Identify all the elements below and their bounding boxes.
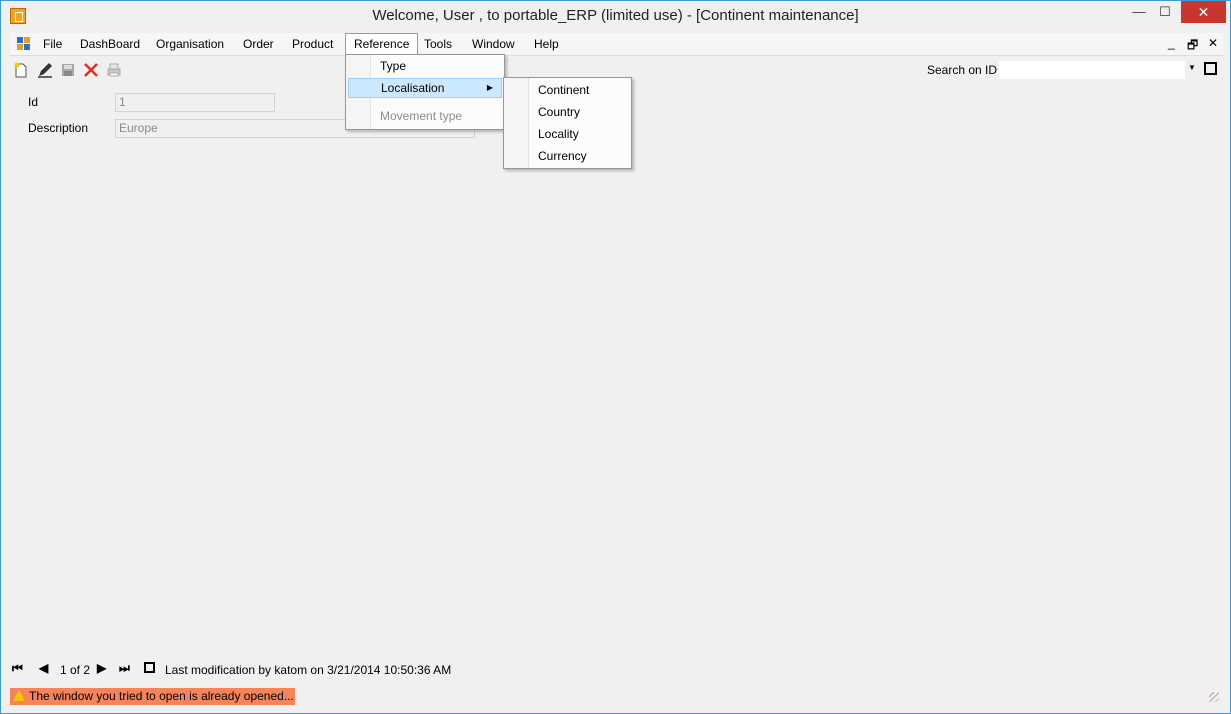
save-disk-icon[interactable] — [60, 62, 76, 78]
submenu-item-country[interactable]: Country — [506, 102, 629, 122]
menu-organisation[interactable]: Organisation — [148, 34, 232, 54]
menu-window[interactable]: Window — [464, 34, 523, 54]
menu-item-localisation[interactable]: Localisation ▶ — [348, 78, 502, 98]
minimize-button[interactable]: — — [1126, 1, 1152, 23]
chevron-down-icon[interactable]: ▼ — [1188, 63, 1196, 72]
submenu-item-locality[interactable]: Locality — [506, 124, 629, 144]
id-label: Id — [28, 95, 39, 109]
next-record-icon[interactable]: ▶ — [97, 661, 106, 675]
close-button[interactable]: ✕ — [1181, 1, 1226, 23]
search-go-icon[interactable] — [1204, 62, 1217, 75]
menu-tools[interactable]: Tools — [416, 34, 460, 54]
menu-item-type[interactable]: Type — [348, 56, 502, 76]
menu-order[interactable]: Order — [235, 34, 282, 54]
menu-product[interactable]: Product — [284, 34, 341, 54]
last-modification-text: Last modification by katom on 3/21/2014 … — [165, 663, 452, 677]
warning-icon — [13, 690, 25, 701]
submenu-arrow-icon: ▶ — [486, 83, 493, 92]
record-position: 1 of 2 — [60, 663, 91, 677]
delete-x-icon[interactable] — [83, 62, 99, 78]
menu-file[interactable]: File — [35, 34, 70, 54]
status-warning: The window you tried to open is already … — [10, 688, 295, 705]
print-icon[interactable] — [106, 62, 122, 78]
menu-reference[interactable]: Reference — [345, 33, 419, 56]
edit-pencil-icon[interactable] — [37, 62, 53, 78]
search-label: Search on ID — [927, 63, 998, 77]
mdi-close-button[interactable]: ✕ — [1208, 36, 1218, 50]
app-window: Welcome, User , to portable_ERP (limited… — [0, 0, 1231, 714]
submenu-item-continent[interactable]: Continent — [506, 80, 629, 100]
title-bar[interactable]: Welcome, User , to portable_ERP (limited… — [1, 1, 1230, 32]
search-id-input[interactable] — [998, 60, 1186, 80]
menu-item-movement-type: Movement type — [380, 109, 463, 123]
refresh-icon[interactable] — [144, 662, 155, 673]
menu-bar: File DashBoard Organisation Order Produc… — [10, 33, 1223, 56]
mdi-minimize-button[interactable]: _ — [1168, 36, 1175, 50]
menu-help[interactable]: Help — [526, 34, 567, 54]
mdi-restore-button[interactable]: 🗗 — [1187, 36, 1198, 57]
menu-item-localisation-label: Localisation — [381, 81, 445, 95]
localisation-submenu: Continent Country Locality Currency — [503, 77, 632, 169]
reference-menu: Type Localisation ▶ Movement type — [345, 54, 505, 130]
last-record-icon[interactable]: ⏭ — [119, 661, 130, 676]
submenu-item-currency[interactable]: Currency — [506, 146, 629, 166]
menu-dashboard[interactable]: DashBoard — [72, 34, 148, 54]
new-document-icon[interactable] — [13, 62, 29, 78]
id-field[interactable]: 1 — [115, 93, 275, 112]
status-message: The window you tried to open is already … — [29, 689, 294, 703]
maximize-button[interactable]: ☐ — [1152, 1, 1178, 23]
window-title: Welcome, User , to portable_ERP (limited… — [372, 7, 859, 24]
previous-record-icon[interactable]: ◀ — [39, 661, 48, 675]
resize-grip-icon[interactable] — [1209, 692, 1219, 702]
description-label: Description — [28, 121, 89, 135]
mdi-child-icon[interactable] — [17, 37, 31, 51]
status-bar: The window you tried to open is already … — [10, 686, 1223, 708]
first-record-icon[interactable]: ⏮ — [12, 661, 23, 676]
